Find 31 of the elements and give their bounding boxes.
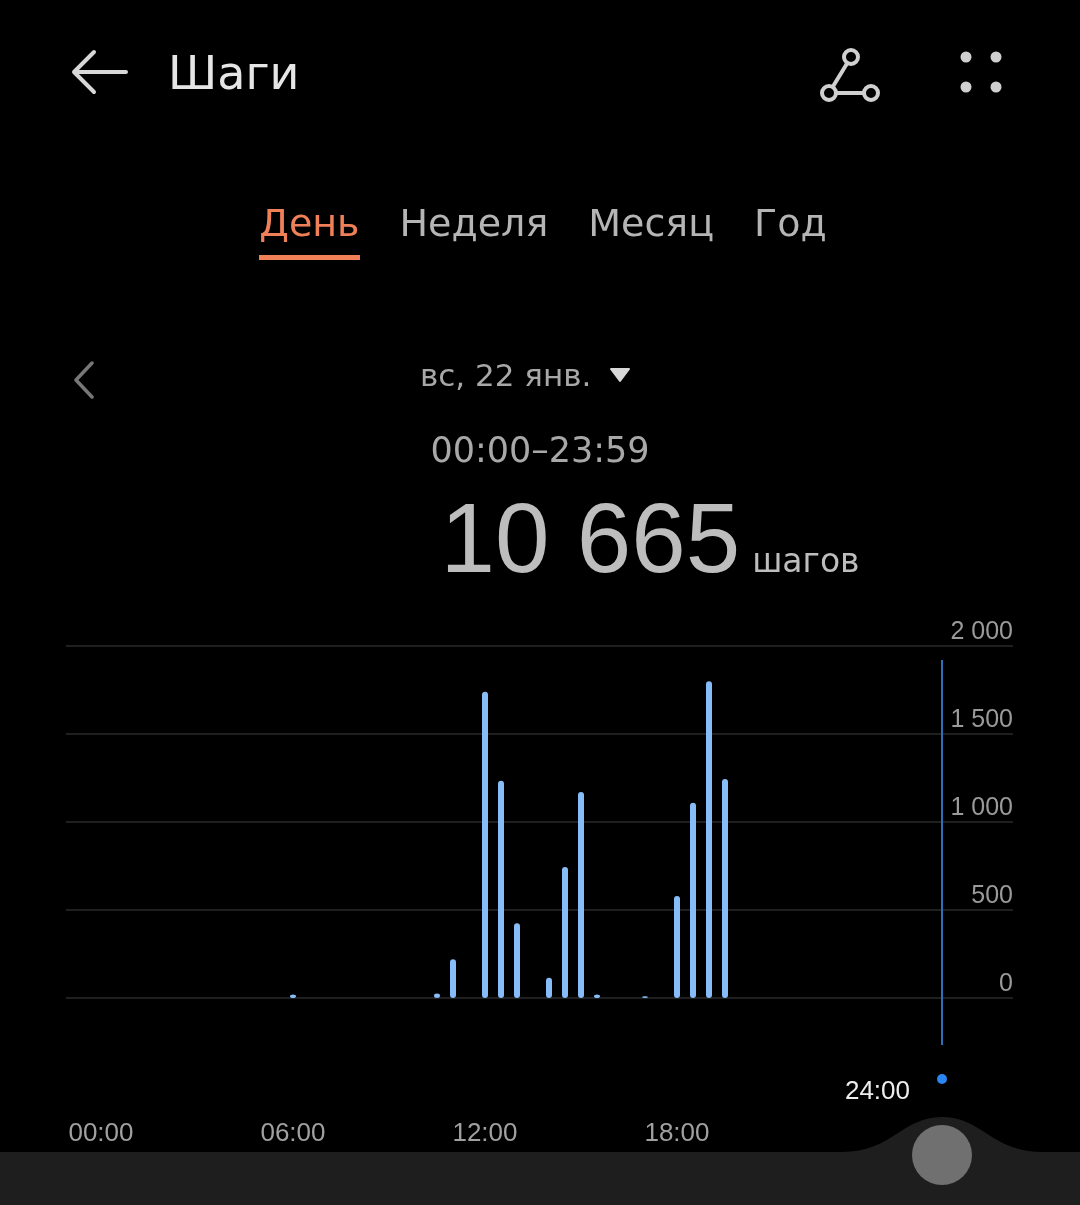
y-tick-label: 1 000 [950, 792, 1013, 820]
back-icon[interactable] [70, 47, 128, 96]
y-tick-label: 1 500 [950, 704, 1013, 732]
step-count: 10 665 [440, 493, 741, 583]
bar [450, 959, 456, 998]
cursor-time: 24:00 [844, 1075, 910, 1105]
dropdown-icon [609, 367, 632, 383]
route-icon[interactable] [820, 47, 882, 102]
y-tick-label: 500 [971, 880, 1013, 908]
bar [434, 993, 440, 998]
x-axis-label: 12:00 [452, 1117, 518, 1147]
period-tab[interactable]: Неделя [399, 201, 549, 260]
step-unit: шагов [752, 540, 860, 582]
more-icon[interactable] [960, 50, 1002, 93]
scrubber-handle[interactable] [912, 1125, 972, 1185]
y-tick-label: 2 000 [950, 616, 1013, 644]
bar [290, 994, 296, 998]
x-axis-label: 18:00 [644, 1117, 710, 1147]
bar [594, 994, 600, 998]
period-tab[interactable]: Месяц [588, 201, 715, 260]
period-tab[interactable]: Год [754, 201, 827, 260]
date-picker[interactable]: вс, 22 янв. [420, 357, 632, 393]
time-range: 00:00–23:59 [429, 430, 651, 472]
page-title: Шаги [168, 45, 301, 100]
x-axis-label: 06:00 [260, 1117, 326, 1147]
bar [546, 977, 552, 998]
previous-icon[interactable] [73, 361, 95, 399]
period-tab[interactable]: День [259, 201, 360, 260]
y-tick-label: 0 [999, 968, 1013, 996]
x-axis-label: 00:00 [68, 1117, 134, 1147]
cursor-dot [937, 1074, 947, 1084]
